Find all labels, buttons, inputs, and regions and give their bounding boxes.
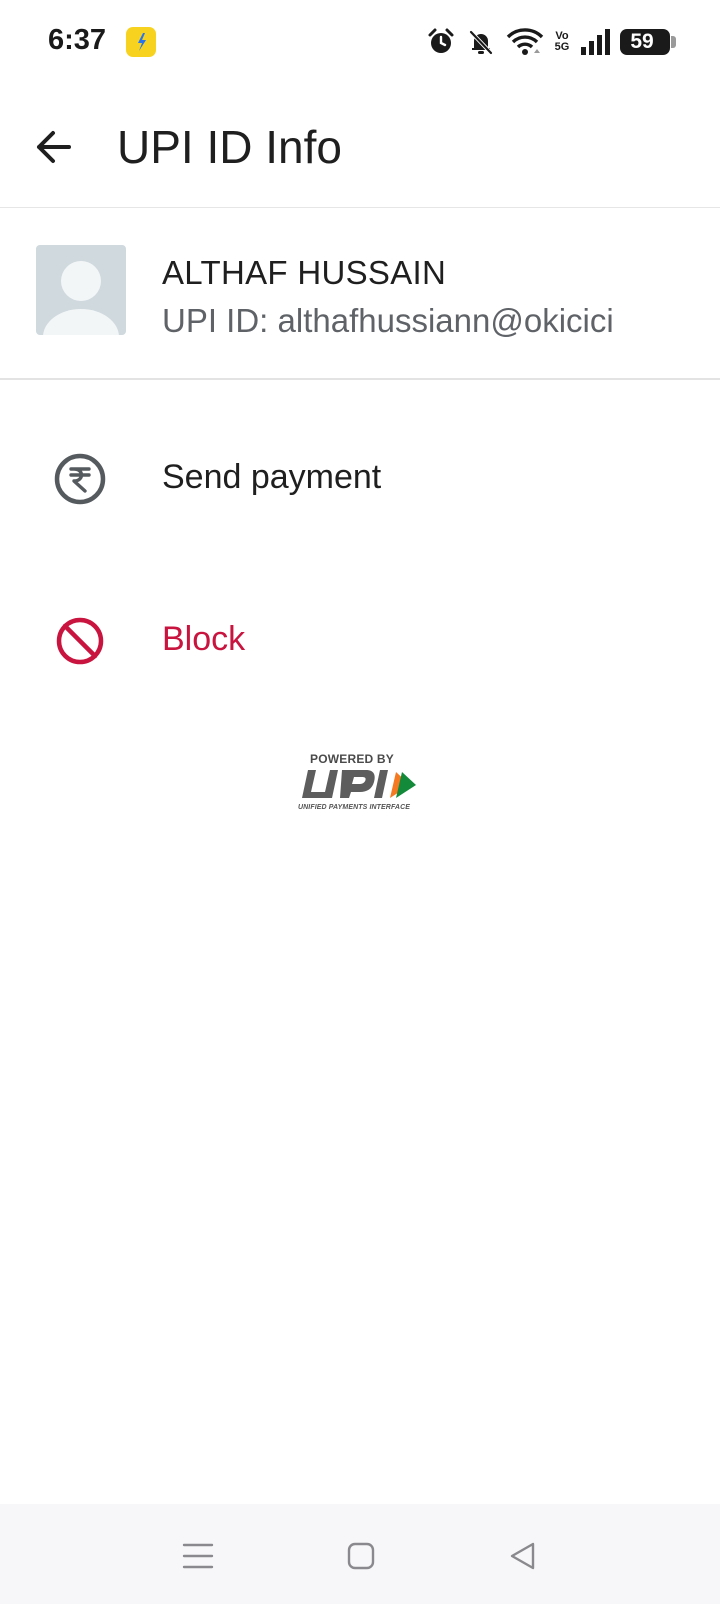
block-label: Block — [162, 620, 246, 658]
status-time: 6:37 — [48, 24, 107, 56]
avatar — [36, 245, 126, 335]
status-bar: 6:37 Vo 5G 59 — [0, 0, 720, 84]
rupee-circle-icon — [52, 451, 108, 507]
app-bar: UPI ID Info — [0, 84, 720, 208]
upi-logo: POWERED BY UNIFIED PAYMENTS INTERFACE — [298, 752, 422, 816]
status-icons: Vo 5G 59 — [426, 24, 676, 60]
contact-card: ALTHAF HUSSAIN UPI ID: althafhussiann@ok… — [0, 208, 720, 380]
battery-tip — [671, 36, 676, 48]
block-icon — [52, 613, 108, 669]
upi-subtitle: UNIFIED PAYMENTS INTERFACE — [298, 804, 411, 811]
square-icon — [347, 1542, 375, 1570]
contact-upi-id: UPI ID: althafhussiann@okicici — [162, 302, 614, 339]
upi-powered-by: POWERED BY — [309, 752, 394, 766]
battery-level: 59 — [630, 30, 654, 53]
system-nav-bar — [0, 1504, 720, 1604]
battery-icon: 59 — [620, 29, 676, 55]
upi-mark-icon — [302, 770, 416, 798]
contact-name: ALTHAF HUSSAIN — [162, 254, 447, 291]
menu-icon — [182, 1543, 214, 1569]
wifi-icon — [506, 27, 544, 57]
arrow-left-icon — [37, 131, 71, 163]
home-button[interactable] — [339, 1534, 383, 1578]
alarm-icon — [426, 27, 456, 57]
block-button[interactable]: Block — [0, 586, 720, 696]
recent-apps-button[interactable] — [176, 1534, 220, 1578]
send-payment-button[interactable]: Send payment — [0, 424, 720, 534]
triangle-back-icon — [510, 1542, 535, 1570]
signal-icon — [580, 28, 610, 56]
bell-off-icon — [466, 27, 496, 57]
nav-back-button[interactable] — [501, 1534, 545, 1578]
flipkart-icon — [126, 27, 156, 57]
send-payment-label: Send payment — [162, 458, 382, 496]
person-icon — [43, 261, 119, 335]
back-button[interactable] — [30, 124, 76, 170]
page-title: UPI ID Info — [117, 121, 342, 173]
volte-5g-label: Vo 5G — [554, 30, 570, 53]
